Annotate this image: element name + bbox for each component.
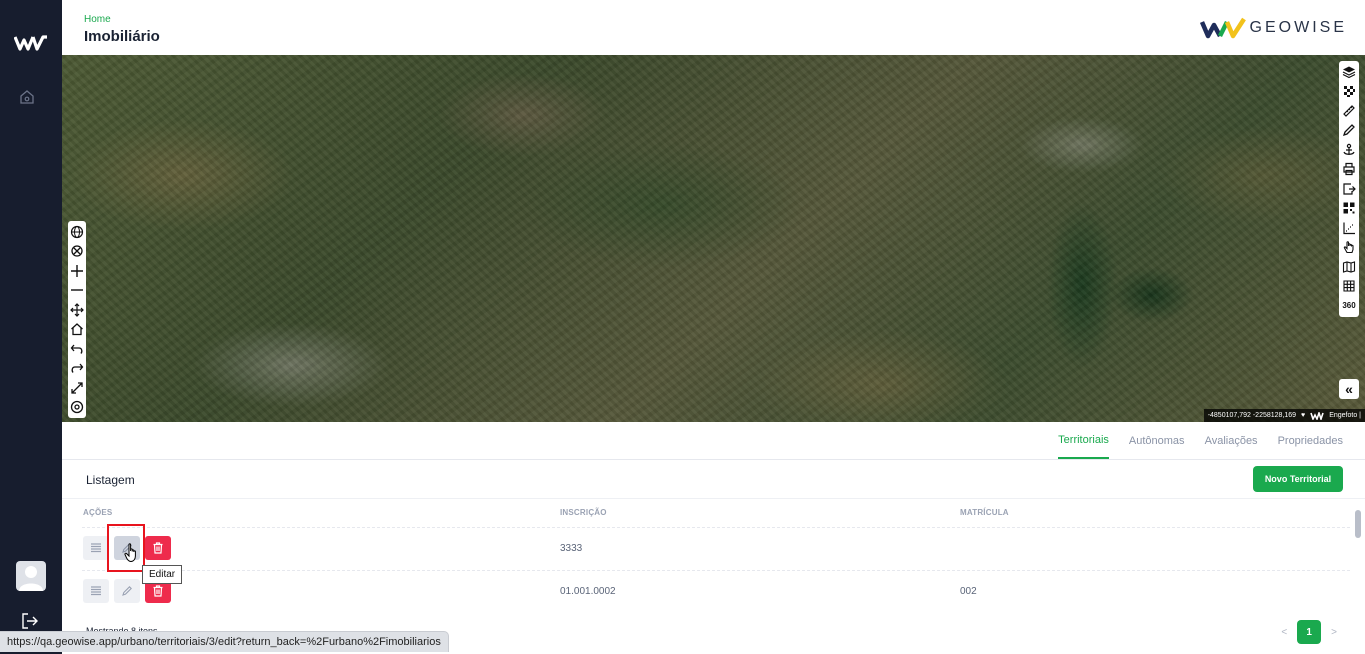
pagination-prev[interactable]: < <box>1281 627 1287 638</box>
home-icon[interactable] <box>18 88 36 106</box>
map-coords-bar: -4850107,792 -2258128,169 ♥ Engefoto | <box>1203 409 1365 422</box>
brand: GEOWISE <box>1199 16 1347 40</box>
cell-matricula: 002 <box>960 586 977 597</box>
chart-icon[interactable] <box>1339 218 1359 238</box>
column-header-matricula[interactable]: MATRÍCULA <box>960 508 1009 517</box>
listing-panel: Listagem Novo Territorial AÇÕES INSCRIÇÃ… <box>62 460 1365 654</box>
page-header: Home Imobiliário GEOWISE <box>62 0 1365 55</box>
view-360-icon[interactable]: 360 <box>1339 296 1359 316</box>
tabs-bar: Territoriais Autônomas Avaliações Propri… <box>62 422 1365 460</box>
tab-territoriais[interactable]: Territoriais <box>1058 422 1109 459</box>
export-icon[interactable] <box>1339 179 1359 199</box>
details-button[interactable] <box>83 536 109 560</box>
qr-icon[interactable] <box>1339 199 1359 219</box>
breadcrumb[interactable]: Home <box>84 14 111 25</box>
undo-icon[interactable] <box>68 339 86 359</box>
map-toolbar-right: 360 <box>1339 61 1359 317</box>
scrollbar-thumb[interactable] <box>1355 510 1361 538</box>
heart-icon: ♥ <box>1301 412 1306 419</box>
geowise-logo-icon <box>1199 17 1246 39</box>
collapse-panel-button[interactable]: « <box>1339 379 1359 399</box>
cell-inscricao: 3333 <box>560 543 583 554</box>
table-icon[interactable] <box>1339 277 1359 297</box>
cell-inscricao: 01.001.0002 <box>560 586 616 597</box>
hand-icon[interactable] <box>1339 238 1359 258</box>
locate-icon[interactable] <box>68 242 86 262</box>
link-status-bar: https://qa.geowise.app/urbano/territoria… <box>0 631 449 652</box>
tab-list: Territoriais Autônomas Avaliações Propri… <box>1058 422 1343 460</box>
listing-title: Listagem <box>86 473 135 487</box>
column-header-actions: AÇÕES <box>83 508 113 517</box>
hand-cursor-icon <box>124 543 136 563</box>
row-divider <box>82 527 1350 528</box>
trash-icon <box>153 542 163 554</box>
globe-icon[interactable] <box>68 222 86 242</box>
delete-button[interactable] <box>145 536 171 560</box>
divider <box>62 498 1365 499</box>
tab-avaliacoes[interactable]: Avaliações <box>1205 422 1258 460</box>
pencil-icon[interactable] <box>1339 121 1359 141</box>
attribution-text[interactable]: Engefoto | <box>1329 412 1361 419</box>
print-icon[interactable] <box>1339 160 1359 180</box>
coords-readout: -4850107,792 -2258128,169 <box>1207 412 1297 419</box>
map-toolbar-left <box>68 221 86 418</box>
pagination-next[interactable]: > <box>1331 627 1337 638</box>
redo-icon[interactable] <box>68 359 86 379</box>
list-icon <box>91 543 101 553</box>
pan-icon[interactable] <box>68 300 86 320</box>
trash-icon <box>153 585 163 597</box>
zoom-in-icon[interactable] <box>68 261 86 281</box>
edit-button[interactable] <box>114 579 140 603</box>
settings-icon[interactable] <box>68 398 86 418</box>
table-scrollbar[interactable] <box>1354 510 1362 630</box>
grid-icon[interactable] <box>1339 82 1359 102</box>
logout-icon[interactable] <box>20 612 40 630</box>
map-imagery <box>62 55 1365 422</box>
pencil-icon <box>122 586 132 596</box>
pagination-page[interactable]: 1 <box>1297 620 1322 644</box>
tab-propriedades[interactable]: Propriedades <box>1278 422 1343 460</box>
pagination: < 1 > <box>1281 620 1337 644</box>
zoom-out-icon[interactable] <box>68 281 86 301</box>
row-divider <box>82 570 1350 571</box>
details-button[interactable] <box>83 579 109 603</box>
list-icon <box>91 586 101 596</box>
avatar[interactable] <box>16 561 46 591</box>
page-title: Imobiliário <box>84 28 160 45</box>
anchor-icon[interactable] <box>1339 140 1359 160</box>
layers-icon[interactable] <box>1339 62 1359 82</box>
ruler-icon[interactable] <box>1339 101 1359 121</box>
user-icon <box>19 566 43 591</box>
edit-tooltip: Editar <box>142 565 183 584</box>
attribution-logo-icon <box>1310 411 1324 420</box>
column-header-inscricao[interactable]: INSCRIÇÃO <box>560 508 607 517</box>
new-territorial-button[interactable]: Novo Territorial <box>1253 466 1343 492</box>
sidebar <box>0 0 62 654</box>
tab-autonomas[interactable]: Autônomas <box>1129 422 1185 460</box>
fullscreen-icon[interactable] <box>68 378 86 398</box>
brand-name: GEOWISE <box>1249 19 1347 36</box>
brand-logo-icon[interactable] <box>14 34 48 52</box>
map-view[interactable]: 360 « -4850107,792 -2258128,169 ♥ Engefo… <box>62 55 1365 422</box>
home-icon[interactable] <box>68 320 86 340</box>
map-edit-icon[interactable] <box>1339 257 1359 277</box>
